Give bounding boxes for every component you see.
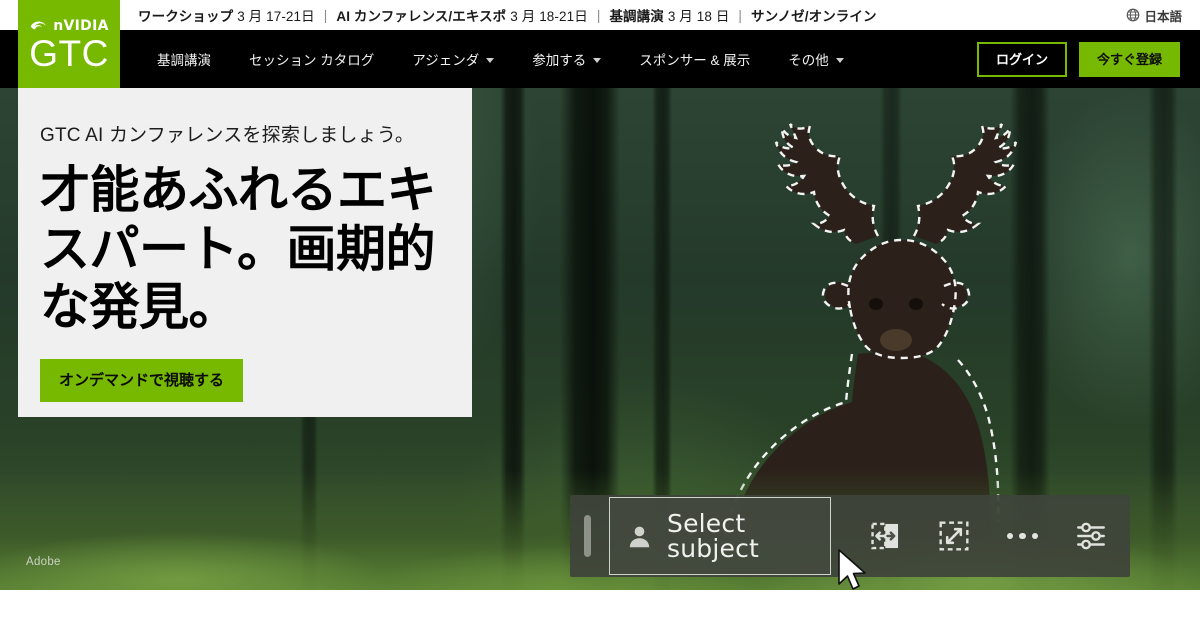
- dot: [1006, 532, 1013, 540]
- nav-item-session-catalog[interactable]: セッション カタログ: [230, 30, 393, 88]
- date-value: 3 月 17-21日: [237, 9, 315, 24]
- top-utility-bar: ワークショップ 3 月 17-21日 | AI カンファレンス/エキスポ 3 月…: [0, 0, 1200, 30]
- date-item-workshop: ワークショップ 3 月 17-21日: [138, 5, 315, 25]
- date-separator: |: [323, 7, 328, 23]
- nav-item-agenda[interactable]: アジェンダ: [393, 30, 513, 88]
- chevron-down-icon: [835, 57, 844, 63]
- nvidia-wordmark: nVIDIA: [29, 18, 108, 34]
- select-subject-button[interactable]: Select subject: [609, 497, 831, 575]
- nav-item-label: 参加する: [532, 53, 587, 68]
- language-label: 日本語: [1144, 9, 1182, 24]
- nav-item-sponsors-expo[interactable]: スポンサー & 展示: [620, 30, 769, 88]
- nav-item-label: スポンサー & 展示: [639, 53, 751, 68]
- date-value: 3 月 18 日: [667, 9, 730, 24]
- date-item-location: サンノゼ/オンライン: [751, 5, 877, 25]
- date-item-keynote: 基調講演 3 月 18 日: [609, 5, 729, 25]
- nav-item-keynote[interactable]: 基調講演: [138, 30, 230, 88]
- date-separator: |: [596, 7, 601, 23]
- language-selector[interactable]: 日本語: [1126, 0, 1182, 30]
- person-icon: [629, 526, 650, 547]
- nvidia-gtc-logo[interactable]: nVIDIA GTC: [18, 0, 120, 88]
- date-item-conference: AI カンファレンス/エキスポ 3 月 18-21日: [336, 5, 587, 25]
- gtc-product-text: GTC: [29, 32, 109, 74]
- date-separator: |: [738, 7, 743, 23]
- page-root: ワークショップ 3 月 17-21日 | AI カンファレンス/エキスポ 3 月…: [0, 0, 1200, 632]
- settings-sliders-icon[interactable]: [1074, 519, 1108, 553]
- register-button[interactable]: 今すぐ登録: [1078, 41, 1180, 77]
- nav-item-label: アジェンダ: [412, 53, 480, 68]
- nav-item-label: セッション カタログ: [249, 53, 375, 68]
- chevron-down-icon: [593, 57, 602, 63]
- nav-item-list: 基調講演 セッション カタログ アジェンダ 参加する スポンサー & 展示 その…: [138, 30, 863, 88]
- nvidia-eye-icon: [30, 20, 47, 30]
- nav-item-more[interactable]: その他: [769, 30, 863, 88]
- date-label: ワークショップ: [138, 9, 234, 24]
- event-dates: ワークショップ 3 月 17-21日 | AI カンファレンス/エキスポ 3 月…: [138, 0, 877, 30]
- select-subject-label: Select subject: [667, 509, 760, 563]
- login-button[interactable]: ログイン: [976, 41, 1067, 77]
- invert-selection-icon[interactable]: [869, 519, 903, 553]
- nav-item-attend[interactable]: 参加する: [513, 30, 620, 88]
- nav-actions: ログイン 今すぐ登録: [976, 30, 1180, 88]
- date-label: 基調講演: [609, 9, 664, 24]
- mouse-pointer: [838, 549, 866, 590]
- globe-icon: [1127, 8, 1140, 22]
- date-value: 3 月 18-21日: [510, 9, 588, 24]
- transform-selection-icon[interactable]: [937, 519, 971, 553]
- drag-handle-icon[interactable]: [584, 515, 591, 557]
- nvidia-brand-text: nVIDIA: [53, 17, 109, 34]
- main-navigation-bar: 基調講演 セッション カタログ アジェンダ 参加する スポンサー & 展示 その…: [0, 30, 1200, 88]
- hero-subtitle: GTC AI カンファレンスを探索しましょう。: [40, 125, 415, 146]
- date-label: AI カンファレンス/エキスポ: [336, 9, 507, 24]
- hero-title: 才能あふれるエキスパート。画期的な発見。: [40, 162, 437, 335]
- hero-text-card: GTC AI カンファレンスを探索しましょう。 才能あふれるエキスパート。画期的…: [18, 88, 472, 417]
- more-options-icon[interactable]: [1005, 525, 1041, 548]
- dot: [1019, 532, 1026, 540]
- page-body-background: [0, 590, 1200, 632]
- date-label: サンノゼ/オンライン: [751, 9, 877, 24]
- photoshop-tool-icons: [869, 519, 1109, 553]
- dot: [1031, 532, 1038, 540]
- nav-item-label: その他: [788, 53, 829, 68]
- adobe-watermark: Adobe: [26, 556, 61, 568]
- chevron-down-icon: [486, 57, 495, 63]
- watch-on-demand-button[interactable]: オンデマンドで視聴する: [40, 358, 244, 402]
- nav-item-label: 基調講演: [157, 53, 211, 68]
